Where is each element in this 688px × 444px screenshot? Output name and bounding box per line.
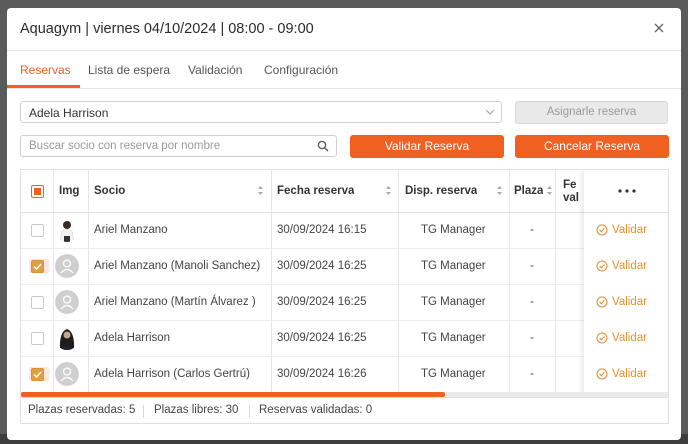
check-circle-icon <box>596 368 608 380</box>
avatar <box>55 254 79 278</box>
avatar <box>55 362 79 386</box>
validate-link[interactable]: Validar <box>596 320 647 356</box>
tab-reservas[interactable]: Reservas <box>20 63 71 77</box>
member-select[interactable]: Adela Harrison <box>20 101 502 123</box>
tab-validacion[interactable]: Validación <box>188 63 242 77</box>
row-checkbox[interactable] <box>31 332 44 345</box>
validated-count: Reservas validadas: 0 <box>259 404 373 416</box>
row-checkbox[interactable] <box>31 260 44 273</box>
assign-booking-button[interactable]: Asignarle reserva <box>515 101 668 124</box>
tab-lista-de-espera[interactable]: Lista de espera <box>88 63 170 77</box>
cancel-booking-button[interactable]: Cancelar Reserva <box>515 135 669 158</box>
search-icon <box>317 140 329 152</box>
header-fecha-validacion[interactable]: Fe val <box>563 179 579 207</box>
header-plaza[interactable]: Plaza <box>514 170 543 212</box>
cell-socio: Ariel Manzano (Manoli Sanchez) <box>94 260 261 272</box>
tab-configuracion[interactable]: Configuración <box>264 63 338 77</box>
user-placeholder-icon <box>55 290 79 314</box>
table-row[interactable]: Adela Harrison 30/09/2024 16:25 TG Manag… <box>21 320 668 357</box>
check-circle-icon <box>596 332 608 344</box>
validate-link[interactable]: Validar <box>596 212 647 248</box>
person-photo-icon <box>55 326 79 350</box>
row-checkbox[interactable] <box>31 296 44 309</box>
cell-socio: Adela Harrison <box>94 332 171 344</box>
cell-socio: Ariel Manzano <box>94 224 168 236</box>
avatar <box>55 218 79 242</box>
table-row[interactable]: Ariel Manzano (Manoli Sanchez) 30/09/202… <box>21 248 668 285</box>
validate-link[interactable]: Validar <box>596 284 647 320</box>
header-socio[interactable]: Socio <box>94 170 125 212</box>
avatar <box>55 290 79 314</box>
scrollbar-thumb[interactable] <box>21 392 445 397</box>
active-tab-indicator <box>7 85 80 88</box>
check-circle-icon <box>596 224 608 236</box>
modal-header: Aquagym | viernes 04/10/2024 | 08:00 - 0… <box>7 8 681 51</box>
header-img: Img <box>59 185 80 197</box>
avatar <box>55 326 79 350</box>
cell-fecha: 30/09/2024 16:26 <box>277 368 367 380</box>
cell-fecha: 30/09/2024 16:25 <box>277 260 367 272</box>
sort-icon[interactable] <box>385 185 392 196</box>
bookings-table: Img Socio Fecha reserva Disp. reserva Pl… <box>20 169 669 398</box>
header-fecha-reserva[interactable]: Fecha reserva <box>277 170 354 212</box>
sort-icon[interactable] <box>496 185 503 196</box>
cell-disp: TG Manager <box>421 332 486 344</box>
search-placeholder: Buscar socio con reserva por nombre <box>29 140 221 152</box>
check-circle-icon <box>596 260 608 272</box>
cell-plaza: - <box>530 224 534 236</box>
table-footer: Plazas reservadas: 5 Plazas libres: 30 R… <box>20 399 669 424</box>
more-options-icon[interactable] <box>617 188 637 194</box>
member-select-value: Adela Harrison <box>29 106 109 120</box>
cell-socio: Ariel Manzano (Martín Álvarez ) <box>94 296 256 308</box>
cell-fecha: 30/09/2024 16:25 <box>277 296 367 308</box>
cell-disp: TG Manager <box>421 224 486 236</box>
validate-booking-button[interactable]: Validar Reserva <box>350 135 504 158</box>
select-all-checkbox[interactable] <box>31 185 44 198</box>
cell-plaza: - <box>530 332 534 344</box>
horizontal-scrollbar[interactable] <box>21 392 668 397</box>
sort-icon[interactable] <box>546 185 553 196</box>
user-placeholder-icon <box>55 362 79 386</box>
user-placeholder-icon <box>55 254 79 278</box>
table-header: Img Socio Fecha reserva Disp. reserva Pl… <box>21 170 668 213</box>
cell-socio: Adela Harrison (Carlos Gertrú) <box>94 368 250 380</box>
table-row[interactable]: Ariel Manzano 30/09/2024 16:15 TG Manage… <box>21 212 668 249</box>
modal-title: Aquagym | viernes 04/10/2024 | 08:00 - 0… <box>20 21 314 37</box>
cell-plaza: - <box>530 260 534 272</box>
validate-link[interactable]: Validar <box>596 248 647 284</box>
table-row[interactable]: Ariel Manzano (Martín Álvarez ) 30/09/20… <box>21 284 668 321</box>
booking-modal: Aquagym | viernes 04/10/2024 | 08:00 - 0… <box>7 8 681 440</box>
free-count: Plazas libres: 30 <box>154 404 239 416</box>
cell-disp: TG Manager <box>421 260 486 272</box>
cell-plaza: - <box>530 368 534 380</box>
checkmark-icon <box>33 371 42 379</box>
cell-disp: TG Manager <box>421 296 486 308</box>
tab-bar: Reservas Lista de espera Validación Conf… <box>7 50 681 89</box>
close-button[interactable] <box>649 18 669 38</box>
close-icon <box>654 23 664 33</box>
check-circle-icon <box>596 296 608 308</box>
reserved-count: Plazas reservadas: 5 <box>28 404 136 416</box>
table-row[interactable]: Adela Harrison (Carlos Gertrú) 30/09/202… <box>21 356 668 393</box>
sort-icon[interactable] <box>257 185 264 196</box>
chevron-down-icon <box>485 109 495 115</box>
person-photo-icon <box>55 218 79 242</box>
cell-fecha: 30/09/2024 16:25 <box>277 332 367 344</box>
checkmark-icon <box>33 263 42 271</box>
cell-fecha: 30/09/2024 16:15 <box>277 224 367 236</box>
header-disp-reserva[interactable]: Disp. reserva <box>405 170 477 212</box>
cell-plaza: - <box>530 296 534 308</box>
validate-link[interactable]: Validar <box>596 356 647 392</box>
row-checkbox[interactable] <box>31 224 44 237</box>
row-checkbox[interactable] <box>31 368 44 381</box>
search-input[interactable]: Buscar socio con reserva por nombre <box>20 135 337 157</box>
cell-disp: TG Manager <box>421 368 486 380</box>
